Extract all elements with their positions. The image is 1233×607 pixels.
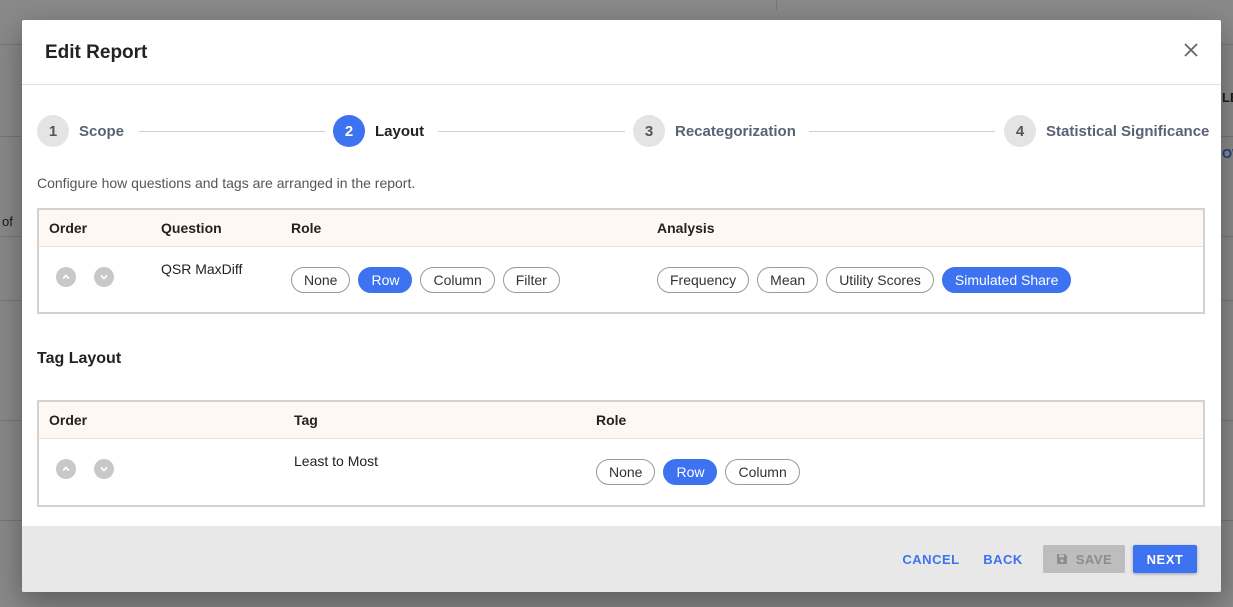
step-scope[interactable]: 1 Scope (37, 115, 125, 147)
close-button[interactable] (1179, 38, 1203, 62)
move-up-button[interactable] (56, 267, 76, 287)
chevron-up-icon (62, 274, 70, 280)
step-number: 2 (333, 115, 365, 147)
tag-layout-title: Tag Layout (37, 350, 122, 367)
step-recategorization[interactable]: 3 Recategorization (633, 115, 796, 147)
step-label: Recategorization (675, 122, 796, 140)
step-number: 4 (1004, 115, 1036, 147)
chevron-up-icon (62, 466, 70, 472)
dialog-footer: CANCEL BACK SAVE NEXT (22, 526, 1221, 592)
tag-layout-table: Order Tag Role Least to Most None Row Co… (37, 400, 1205, 507)
step-label: Layout (375, 122, 425, 140)
tag-role-selector: None Row Column (596, 459, 800, 485)
step-connector (809, 131, 995, 132)
header-role: Role (596, 412, 627, 428)
step-number: 1 (37, 115, 69, 147)
tag-name: Least to Most (294, 453, 379, 469)
analysis-utility-scores-chip[interactable]: Utility Scores (826, 267, 934, 293)
role-none-chip[interactable]: None (596, 459, 656, 485)
analysis-simulated-share-chip[interactable]: Simulated Share (941, 267, 1072, 293)
save-icon (1056, 554, 1067, 564)
step-label: Statistical Significance (1046, 122, 1210, 140)
step-statistical-significance[interactable]: 4 Statistical Significance (1004, 115, 1210, 147)
dialog-title: Edit Report (45, 42, 148, 63)
header-analysis: Analysis (657, 220, 715, 236)
analysis-selector: Frequency Mean Utility Scores Simulated … (657, 267, 1072, 293)
move-down-button[interactable] (94, 459, 114, 479)
role-column-chip[interactable]: Column (420, 267, 495, 293)
header-order: Order (49, 412, 88, 428)
layout-description: Configure how questions and tags are arr… (37, 175, 416, 191)
role-none-chip[interactable]: None (291, 267, 351, 293)
move-up-button[interactable] (56, 459, 76, 479)
edit-report-dialog: Edit Report 1 Scope 2 Layout 3 Recategor… (22, 20, 1221, 592)
question-name: QSR MaxDiff (161, 261, 243, 277)
step-layout[interactable]: 2 Layout (333, 115, 425, 147)
header-order: Order (49, 220, 88, 236)
table-header: Order Question Role Analysis (39, 210, 1203, 247)
table-row: QSR MaxDiff None Row Column Filter Frequ… (39, 247, 1203, 313)
header-role: Role (291, 220, 322, 236)
move-down-button[interactable] (94, 267, 114, 287)
role-column-chip[interactable]: Column (725, 459, 800, 485)
step-connector (438, 131, 625, 132)
role-row-chip[interactable]: Row (663, 459, 718, 485)
table-row: Least to Most None Row Column (39, 439, 1203, 505)
step-number: 3 (633, 115, 665, 147)
cancel-button[interactable]: CANCEL (896, 545, 966, 573)
question-role-selector: None Row Column Filter (291, 267, 560, 293)
analysis-mean-chip[interactable]: Mean (757, 267, 819, 293)
role-filter-chip[interactable]: Filter (502, 267, 560, 293)
step-label: Scope (79, 122, 125, 140)
header-tag: Tag (294, 412, 318, 428)
chevron-down-icon (100, 466, 108, 472)
header-question: Question (161, 220, 222, 236)
table-header: Order Tag Role (39, 402, 1203, 439)
step-connector (139, 131, 325, 132)
back-button[interactable]: BACK (977, 545, 1029, 573)
next-button[interactable]: NEXT (1133, 545, 1197, 573)
analysis-frequency-chip[interactable]: Frequency (657, 267, 750, 293)
question-layout-table: Order Question Role Analysis QSR MaxDiff… (37, 208, 1205, 314)
role-row-chip[interactable]: Row (358, 267, 413, 293)
save-button[interactable]: SAVE (1043, 545, 1125, 573)
close-icon (1184, 43, 1198, 57)
chevron-down-icon (100, 274, 108, 280)
stepper: 1 Scope 2 Layout 3 Recategorization 4 St… (37, 115, 1210, 150)
dialog-header: Edit Report (22, 20, 1221, 85)
save-label: SAVE (1075, 551, 1113, 567)
